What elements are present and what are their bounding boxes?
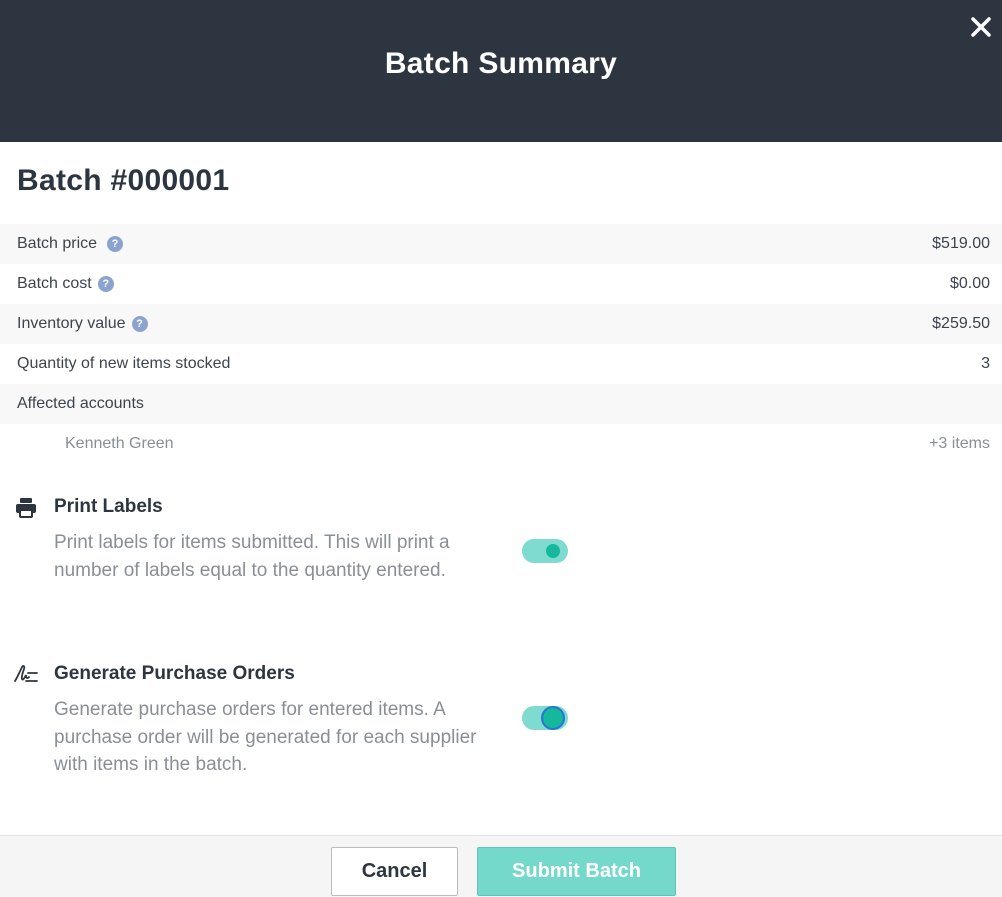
batch-price-label: Batch price: [17, 235, 98, 252]
summary-row-inventory-value: Inventory value ? $259.50: [0, 304, 1002, 344]
print-labels-toggle[interactable]: [522, 539, 568, 563]
inventory-value-value: $259.50: [932, 315, 990, 332]
printer-icon: [16, 498, 36, 518]
batch-price-value: $519.00: [932, 235, 990, 252]
purchase-orders-section: Generate Purchase Orders Generate purcha…: [0, 661, 1002, 781]
help-icon[interactable]: ?: [107, 236, 124, 252]
submit-batch-button[interactable]: Submit Batch: [477, 847, 676, 896]
account-name: Kenneth Green: [65, 435, 174, 452]
summary-table: Batch price ? $519.00 Batch cost ? $0.00…: [0, 224, 1002, 464]
toggle-knob: [543, 708, 563, 728]
modal-footer: Cancel Submit Batch: [0, 835, 1002, 897]
modal-header: Batch Summary: [0, 0, 1002, 142]
toggle-knob: [546, 544, 560, 558]
modal-title: Batch Summary: [384, 47, 618, 80]
affected-accounts-label: Affected accounts: [17, 395, 144, 412]
quantity-label: Quantity of new items stocked: [17, 355, 231, 372]
print-labels-section: Print Labels Print labels for items subm…: [0, 494, 1002, 614]
cancel-button[interactable]: Cancel: [331, 847, 458, 896]
summary-row-batch-price: Batch price ? $519.00: [0, 224, 1002, 264]
print-labels-title: Print Labels: [54, 496, 163, 517]
inventory-value-label: Inventory value: [17, 315, 126, 332]
batch-cost-value: $0.00: [949, 275, 990, 292]
toggle-track: [522, 539, 568, 563]
purchase-orders-description: Generate purchase orders for entered ite…: [54, 699, 477, 775]
batch-title: Batch #000001: [17, 164, 230, 197]
signature-icon: [14, 665, 38, 682]
purchase-orders-title: Generate Purchase Orders: [54, 663, 295, 684]
summary-row-batch-cost: Batch cost ? $0.00: [0, 264, 1002, 304]
summary-row-affected-accounts: Affected accounts: [0, 384, 1002, 424]
batch-cost-label: Batch cost: [17, 275, 92, 292]
close-button[interactable]: [966, 12, 996, 42]
print-labels-description: Print labels for items submitted. This w…: [54, 532, 450, 581]
help-icon[interactable]: ?: [131, 316, 148, 332]
purchase-orders-toggle[interactable]: [522, 706, 568, 730]
help-icon[interactable]: ?: [97, 276, 114, 292]
account-items-count: +3 items: [929, 435, 990, 452]
quantity-value: 3: [981, 355, 990, 372]
summary-row-quantity: Quantity of new items stocked 3: [0, 344, 1002, 384]
close-icon: [971, 17, 991, 37]
account-row: Kenneth Green +3 items: [0, 424, 1002, 464]
